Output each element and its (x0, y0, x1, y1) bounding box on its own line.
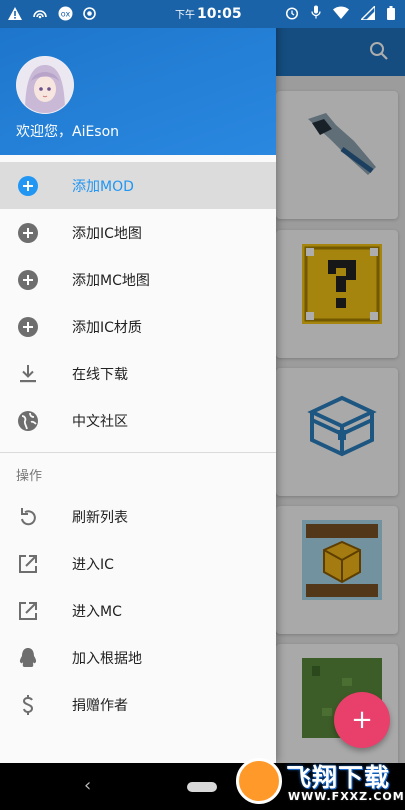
drawer-item-label: 在线下载 (72, 366, 128, 383)
mic-icon (311, 5, 321, 19)
drawer-section-title: 操作 (16, 469, 43, 484)
avatar[interactable] (16, 56, 74, 114)
drawer-item-label: 进入MC (72, 603, 122, 620)
refresh-icon (21, 508, 36, 526)
drawer-item-label: 添加IC材质 (72, 319, 142, 336)
open-external-icon (19, 602, 37, 620)
add-fab-button[interactable]: + (334, 692, 390, 748)
drawer-item-label: 捐赠作者 (72, 697, 128, 714)
welcome-text: 欢迎您，AiEson (16, 124, 120, 140)
drawer-item-label: 中文社区 (72, 413, 128, 430)
qq-penguin-icon (19, 648, 37, 667)
home-button[interactable] (187, 782, 217, 792)
back-icon[interactable]: ‹ (84, 775, 91, 796)
drawer-menu: 添加MOD 添加IC地图 添加MC地图 添加IC材质 在线下载 中文社区 操作 … (0, 162, 276, 728)
drawer-item-label: 添加MOD (72, 178, 134, 195)
signal-icon (361, 5, 375, 20)
drawer-item-online-download[interactable]: 在线下载 (0, 350, 276, 397)
open-external-icon (19, 555, 37, 573)
battery-icon (387, 5, 395, 20)
wifi-icon (333, 6, 349, 19)
drawer-item-add-ic-texture[interactable]: 添加IC材质 (0, 303, 276, 350)
status-bar: ox 下午 10:05 (0, 0, 405, 28)
drawer-item-enter-mc[interactable]: 进入MC (0, 587, 276, 634)
drawer-item-chinese-community[interactable]: 中文社区 (0, 397, 276, 444)
watermark-brand: 飞翔下载 (286, 763, 391, 792)
watermark-site: WWW.FXXZ.COM (288, 790, 405, 803)
download-icon (20, 365, 36, 383)
drawer-item-donate[interactable]: 捐赠作者 (0, 681, 276, 728)
drawer-item-add-ic-map[interactable]: 添加IC地图 (0, 209, 276, 256)
alarm-icon (285, 6, 299, 20)
drawer-item-label: 添加IC地图 (72, 225, 142, 242)
add-circle-icon (18, 176, 38, 196)
hotspot-icon (33, 9, 47, 18)
drawer-item-add-mod[interactable]: 添加MOD (0, 162, 276, 209)
svg-text:ox: ox (61, 10, 71, 19)
add-circle-icon (18, 317, 38, 337)
watermark-logo: 飞翔下载 WWW.FXXZ.COM (236, 756, 404, 810)
drawer-item-label: 加入根据地 (72, 650, 142, 667)
status-time: 下午 10:05 (175, 6, 242, 22)
record-icon (83, 7, 96, 20)
drawer-item-add-mc-map[interactable]: 添加MC地图 (0, 256, 276, 303)
warning-icon (8, 7, 22, 20)
drawer-item-enter-ic[interactable]: 进入IC (0, 540, 276, 587)
navigation-drawer: 欢迎您，AiEson 添加MOD 添加IC地图 添加MC地图 添加IC材质 在线… (0, 0, 276, 763)
add-circle-icon (18, 223, 38, 243)
drawer-item-label: 添加MC地图 (72, 272, 150, 289)
drawer-item-join-base[interactable]: 加入根据地 (0, 634, 276, 681)
dollar-icon (22, 695, 34, 715)
data-saver-icon: ox (58, 6, 73, 21)
drawer-item-refresh-list[interactable]: 刷新列表 (0, 493, 276, 540)
watermark-emblem (236, 758, 282, 804)
drawer-item-label: 进入IC (72, 556, 114, 573)
globe-icon (18, 411, 38, 431)
drawer-item-label: 刷新列表 (72, 509, 128, 526)
add-circle-icon (18, 270, 38, 290)
